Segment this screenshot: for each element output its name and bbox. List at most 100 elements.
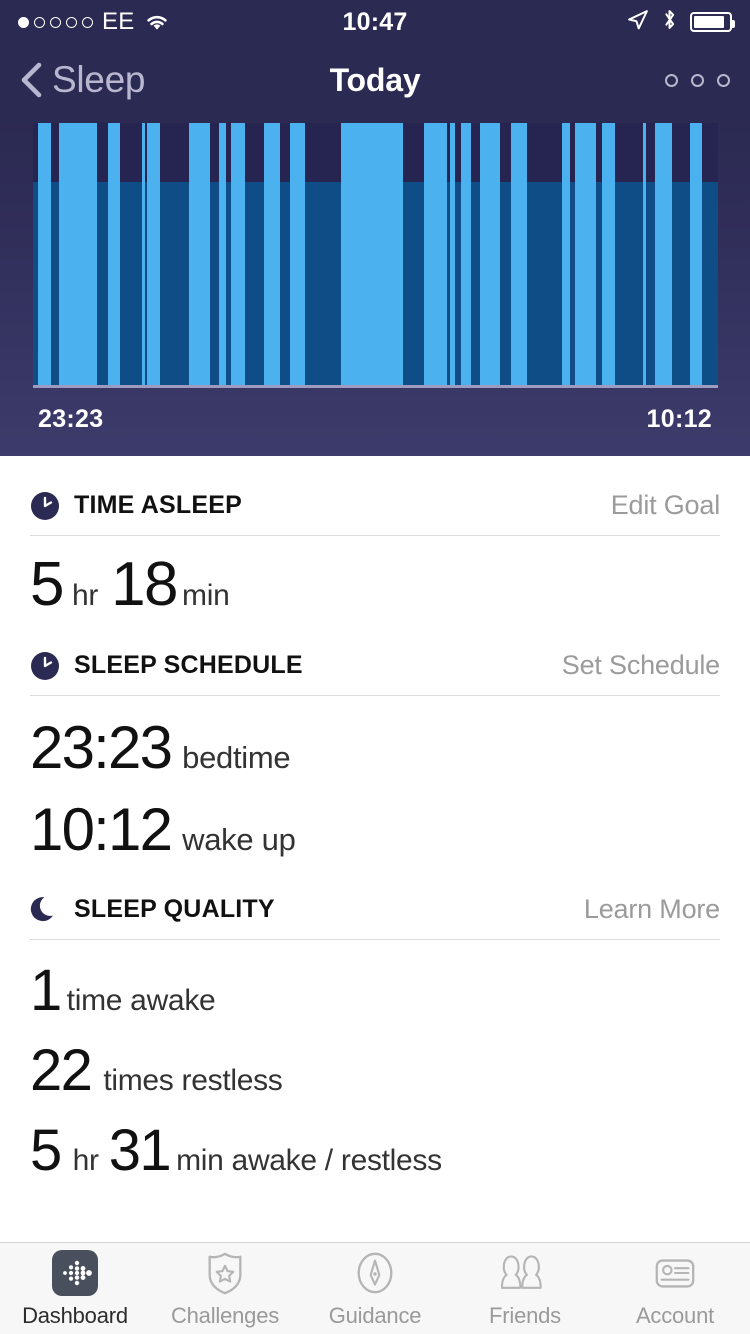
chart-bar-awake <box>461 123 471 386</box>
tab-label: Challenges <box>170 1302 280 1328</box>
chart-bar-asleep <box>210 182 219 386</box>
fitbit-logo-icon <box>51 1249 99 1297</box>
chart-bar-awake <box>575 123 596 386</box>
chart-bar-asleep <box>160 182 189 386</box>
clock-icon <box>30 651 60 681</box>
tab-label: Account <box>635 1302 715 1328</box>
chart-bar-asleep <box>702 182 718 386</box>
chart-bar-asleep <box>615 182 643 386</box>
tab-guidance[interactable]: Guidance <box>300 1243 450 1334</box>
compass-icon <box>351 1249 399 1297</box>
time-asleep-value: 5 hr 18 min <box>30 536 720 616</box>
tab-label: Guidance <box>328 1302 422 1328</box>
chart-bar-awake <box>480 123 500 386</box>
times-restless-label: times restless <box>103 1064 283 1097</box>
awake-restless-hours-unit: hr <box>72 1144 99 1177</box>
back-button[interactable]: Sleep <box>20 59 145 101</box>
section-title-sleep-schedule: SLEEP SCHEDULE <box>74 651 303 679</box>
chart-bar-asleep <box>471 182 480 386</box>
tab-account[interactable]: Account <box>600 1243 750 1334</box>
chart-bar-asleep <box>403 182 424 386</box>
awake-restless-hours: 5 <box>30 1118 62 1183</box>
status-bar-clock: 10:47 <box>342 7 408 36</box>
chart-start-time: 23:23 <box>38 405 104 433</box>
times-restless-value: 22 <box>30 1038 93 1103</box>
moon-icon <box>30 895 60 925</box>
bedtime-label: bedtime <box>182 740 291 775</box>
time-asleep-hours-unit: hr <box>71 579 99 612</box>
wakeup-value: 10:12 <box>30 796 173 863</box>
chart-bar-awake <box>219 123 226 386</box>
section-sleep-schedule: SLEEP SCHEDULE Set Schedule 23:23 bedtim… <box>0 616 750 860</box>
main-content: TIME ASLEEP Edit Goal 5 hr 18 min SLEEP … <box>0 456 750 1242</box>
chart-bar-asleep <box>97 182 108 386</box>
clock-icon <box>30 491 60 521</box>
chart-bar-awake <box>264 123 280 386</box>
chart-axis-line <box>33 385 718 388</box>
awake-restless-duration-row: 5 hr 31 min awake / restless <box>30 1100 720 1180</box>
chart-bar-awake <box>189 123 210 386</box>
tab-bar: Dashboard Challenges Guidance Friends Ac… <box>0 1242 750 1334</box>
chart-time-labels: 23:23 10:12 <box>0 405 750 434</box>
chart-bar-awake <box>562 123 570 386</box>
tab-friends[interactable]: Friends <box>450 1243 600 1334</box>
bedtime-value: 23:23 <box>30 714 173 781</box>
awake-restless-minutes-unit: min awake / restless <box>176 1144 442 1177</box>
times-restless-row: 22 times restless <box>30 1020 720 1100</box>
chart-bar-awake <box>231 123 245 386</box>
chart-bar-asleep <box>280 182 290 386</box>
chart-bar-awake <box>424 123 447 386</box>
times-awake-label: time awake <box>66 984 216 1017</box>
section-header-sleep-quality: SLEEP QUALITY Learn More <box>30 860 720 939</box>
chart-bar-awake <box>108 123 120 386</box>
times-awake-value: 1 <box>30 958 62 1023</box>
tab-dashboard[interactable]: Dashboard <box>0 1243 150 1334</box>
chart-bar-awake <box>290 123 305 386</box>
section-time-asleep: TIME ASLEEP Edit Goal 5 hr 18 min <box>0 456 750 616</box>
awake-restless-minutes: 31 <box>108 1118 172 1183</box>
tab-label: Dashboard <box>22 1302 128 1328</box>
set-schedule-button[interactable]: Set Schedule <box>562 650 720 681</box>
chart-bar-awake <box>38 123 51 386</box>
chart-bar-asleep <box>646 182 655 386</box>
wakeup-label: wake up <box>182 822 296 857</box>
friends-icon <box>501 1249 549 1297</box>
chart-bar-asleep <box>672 182 690 386</box>
chart-bar-asleep <box>245 182 264 386</box>
chart-bar-awake <box>655 123 672 386</box>
navigation-bar: Sleep Today <box>0 44 750 116</box>
status-bar: EE 10:47 <box>0 0 750 44</box>
section-header-sleep-schedule: SLEEP SCHEDULE Set Schedule <box>30 616 720 695</box>
learn-more-button[interactable]: Learn More <box>584 894 720 925</box>
chart-bar-asleep <box>305 182 341 386</box>
time-asleep-hours: 5 <box>30 550 64 619</box>
chart-bar-asleep <box>120 182 142 386</box>
chart-bar-awake <box>341 123 403 386</box>
chart-bar-awake <box>690 123 702 386</box>
chart-bar-awake <box>602 123 615 386</box>
chart-bar-awake <box>147 123 160 386</box>
section-header-time-asleep: TIME ASLEEP Edit Goal <box>30 456 720 535</box>
chevron-left-icon <box>20 62 42 98</box>
chart-bar-awake <box>59 123 97 386</box>
tab-label: Friends <box>489 1302 561 1328</box>
sleep-chart[interactable]: 23:23 10:12 <box>0 116 750 456</box>
chart-bar-awake <box>511 123 527 386</box>
chart-end-time: 10:12 <box>646 405 712 433</box>
bedtime-row: 23:23 bedtime <box>30 696 720 778</box>
battery-icon <box>690 12 735 32</box>
section-sleep-quality: SLEEP QUALITY Learn More 1 time awake 22… <box>0 860 750 1180</box>
account-card-icon <box>651 1249 699 1297</box>
chart-bar-asleep <box>51 182 59 386</box>
time-asleep-minutes: 18 <box>111 550 178 619</box>
chart-bar-asleep <box>500 182 511 386</box>
times-awake-row: 1 time awake <box>30 940 720 1020</box>
section-title-sleep-quality: SLEEP QUALITY <box>74 895 275 923</box>
wakeup-row: 10:12 wake up <box>30 778 720 860</box>
edit-goal-button[interactable]: Edit Goal <box>611 490 720 521</box>
time-asleep-minutes-unit: min <box>182 579 230 612</box>
tab-challenges[interactable]: Challenges <box>150 1243 300 1334</box>
shield-star-icon <box>201 1249 249 1297</box>
more-options-icon[interactable] <box>665 73 730 87</box>
section-title-time-asleep: TIME ASLEEP <box>74 491 242 519</box>
